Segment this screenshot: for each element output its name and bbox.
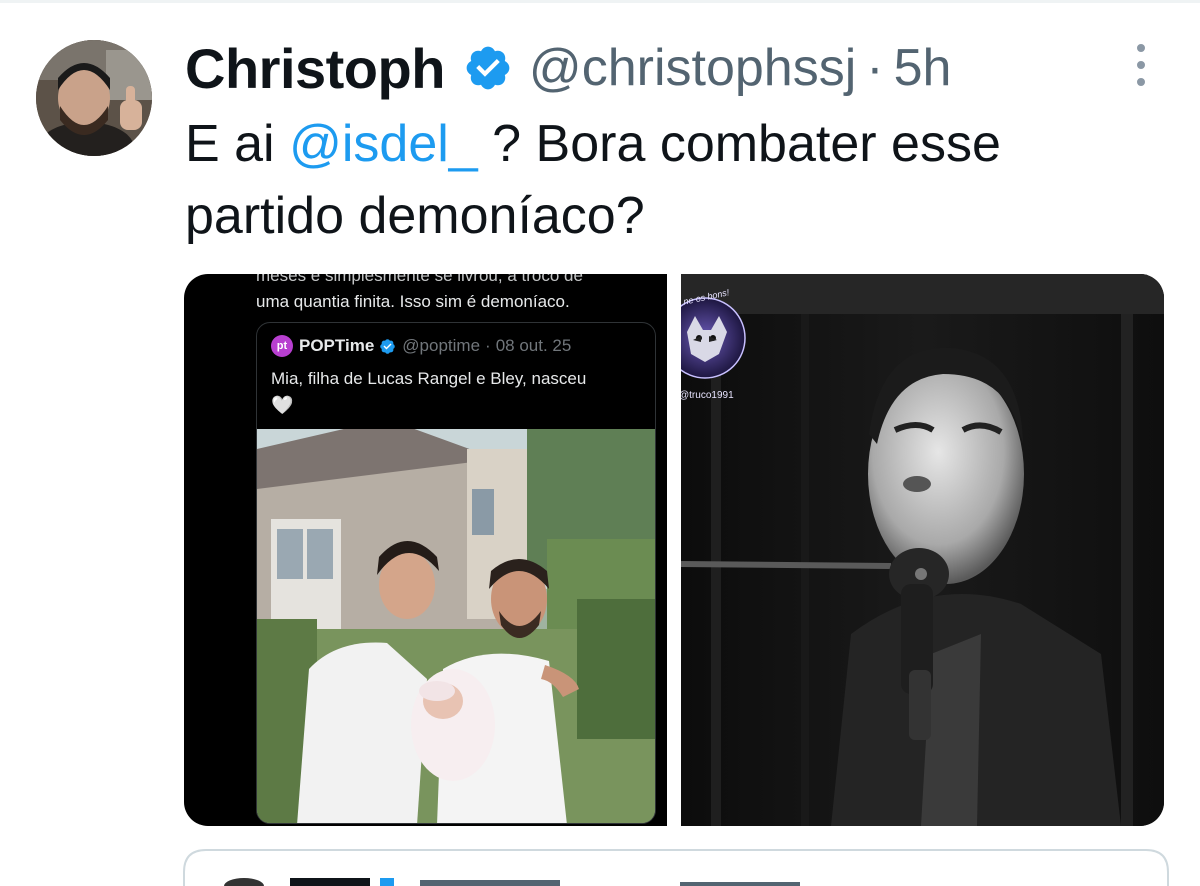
watermark-handle: @truco1991 <box>681 390 734 401</box>
white-heart-emoji: 🤍 <box>271 395 294 415</box>
tweet-text: E ai @isdel_ ? Bora combater esse partid… <box>185 108 1145 252</box>
previous-tweet-line: uma quantia finita. Isso sim é demoníaco… <box>256 292 570 311</box>
more-vertical-icon[interactable] <box>1126 44 1156 86</box>
more-dot <box>1137 44 1145 52</box>
media-image-podcast[interactable]: ne os bons! @truco1991 <box>681 274 1164 826</box>
author-name[interactable]: Christoph <box>185 36 445 101</box>
media-image-screenshot[interactable]: meses e simplesmente se livrou, a troco … <box>184 274 667 826</box>
mention-link[interactable]: @isdel_ <box>289 115 478 173</box>
avatar[interactable] <box>36 40 152 156</box>
tweet-time[interactable]: 5h <box>894 38 952 98</box>
quoted-date: 08 out. 25 <box>495 336 572 355</box>
previous-tweet-cut-line: meses e simplesmente se livrou, a troco … <box>256 274 583 285</box>
poptime-logo: pt <box>271 335 293 357</box>
tweet-media[interactable]: meses e simplesmente se livrou, a troco … <box>184 274 1164 826</box>
top-divider <box>0 0 1200 3</box>
verified-badge-icon <box>463 43 513 93</box>
more-dot <box>1137 61 1145 69</box>
header-separator: · <box>866 39 884 97</box>
quoted-tweet: pt POPTime @poptime · 08 out. 25 Mia, fi… <box>256 322 656 824</box>
quoted-header: pt POPTime @poptime · 08 out. 25 <box>271 335 571 357</box>
tweet-text-start: E ai <box>185 115 290 173</box>
quoted-separator: · <box>485 336 491 355</box>
verified-badge-icon <box>379 338 396 355</box>
more-dot <box>1137 78 1145 86</box>
family-photo <box>257 419 655 823</box>
author-handle[interactable]: @christophssj <box>529 38 856 98</box>
quoted-author-name: POPTime <box>299 336 375 355</box>
tweet-header: Christoph @christophssj · 5h <box>185 32 951 104</box>
watermark-logo: ne os bons! @truco1991 <box>681 280 749 401</box>
quoted-text: Mia, filha de Lucas Rangel e Bley, nasce… <box>271 369 587 388</box>
quoted-handle: @poptime <box>402 336 481 355</box>
